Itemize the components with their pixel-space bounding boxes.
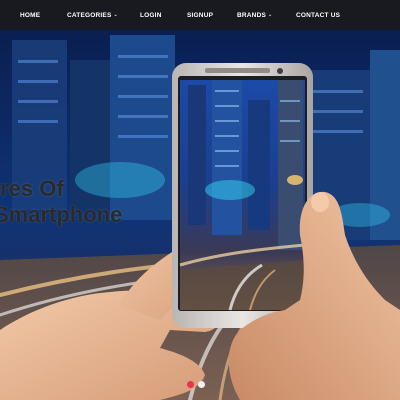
hero-slider: ires Of Smartphone (0, 30, 400, 400)
nav-contact-link[interactable]: CONTACT US (296, 0, 340, 30)
nav-signup-label: SIGNUP (187, 11, 214, 19)
hero-title-line-2: Smartphone (0, 202, 123, 227)
chevron-down-icon: ⌄ (113, 12, 118, 18)
hero-title-line-1: ires Of (0, 176, 64, 201)
nav-login-label: LOGIN (140, 11, 162, 19)
nav-categories-dropdown[interactable]: CATEGORIES ⌄ (67, 0, 118, 30)
nav-brands-dropdown[interactable]: BRANDS ⌄ (237, 0, 272, 30)
nav-signup-link[interactable]: SIGNUP (187, 0, 213, 30)
nav-home-label: HOME (20, 11, 41, 19)
nav-contact-label: CONTACT US (296, 11, 341, 19)
top-navbar: HOME CATEGORIES ⌄ LOGIN SIGNUP BRANDS ⌄ … (0, 0, 400, 30)
chevron-down-icon: ⌄ (268, 12, 273, 18)
nav-home-link[interactable]: HOME (20, 0, 40, 30)
slider-dot-2[interactable] (198, 381, 205, 388)
slider-pagination (187, 381, 205, 388)
nav-categories-label: CATEGORIES (67, 11, 112, 19)
slider-dot-1[interactable] (187, 381, 194, 388)
nav-login-link[interactable]: LOGIN (140, 0, 162, 30)
nav-brands-label: BRANDS (237, 11, 267, 19)
